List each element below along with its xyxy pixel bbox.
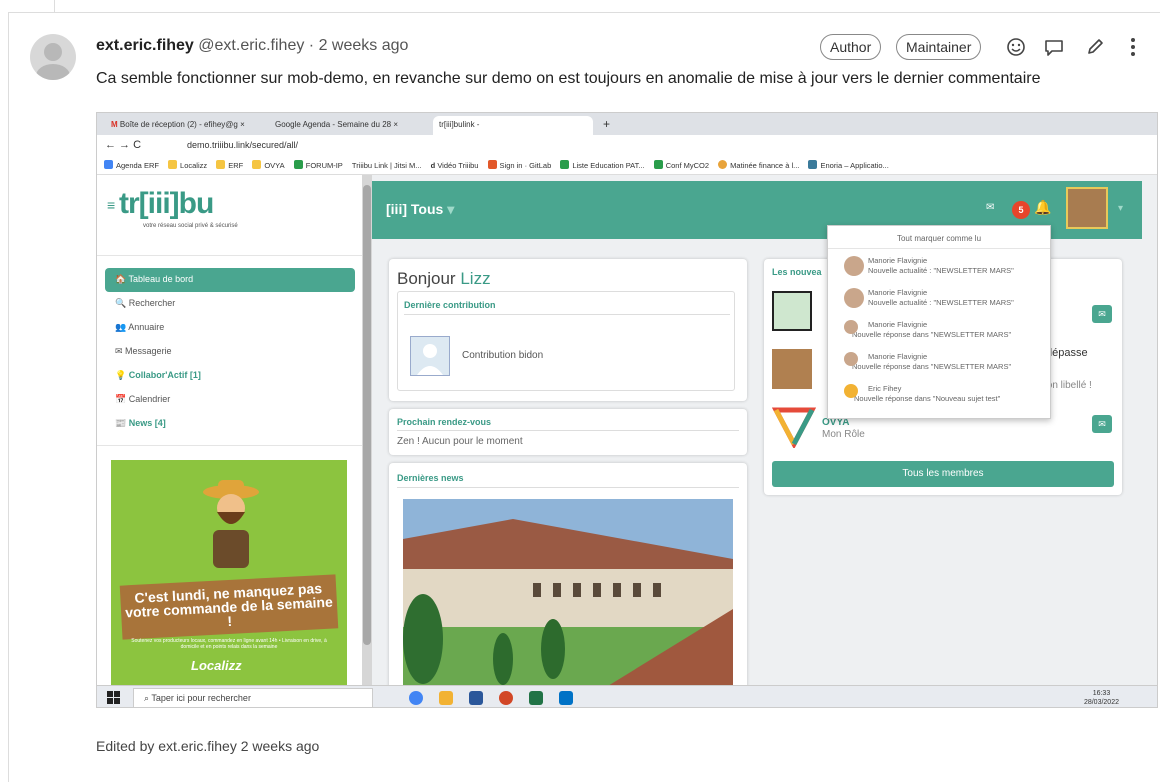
nav-collaboractif: 💡 Collabor'Actif [1] — [115, 370, 201, 380]
taskbar-clock: 16:33 28/03/2022 — [1083, 690, 1119, 706]
browser-tab-triiibu: tr[iii]bulink - — [433, 116, 593, 135]
app-logo: tr[iii]bu — [119, 187, 214, 220]
nav-news: 📰 News [4] — [115, 418, 166, 428]
contribution-label: Contribution bidon — [462, 350, 544, 361]
nav-directory: 👥 Annuaire — [115, 322, 165, 332]
edit-icon[interactable] — [1084, 36, 1106, 58]
notification-count-badge: 5 — [1012, 201, 1030, 219]
notification-item: Manorie Flavignie Nouvelle actualité : "N… — [844, 288, 1049, 308]
mail-icon: ✉ — [986, 202, 995, 213]
notifications-dropdown: Tout marquer comme lu Manorie Flavignie N… — [827, 225, 1051, 419]
nav-messages: ✉ Messagerie — [115, 346, 172, 356]
member-avatar-2 — [772, 349, 812, 389]
edited-note: Edited by ext.eric.fihey 2 weeks ago — [96, 738, 320, 754]
more-actions-icon[interactable] — [1122, 36, 1144, 58]
news-title: Dernières news — [397, 473, 464, 483]
nav-dashboard: 🏠 Tableau de bord — [105, 268, 355, 292]
notification-item: Manorie Flavignie Nouvelle actualité : "N… — [844, 256, 1049, 276]
promo-subtext: Soutenez vos producteurs locaux, command… — [131, 638, 327, 650]
thread-line — [54, 0, 55, 12]
member-avatar-1 — [772, 291, 812, 331]
embedded-screenshot[interactable]: M Boîte de réception (2) - efihey@g × Go… — [96, 112, 1158, 708]
comment-body: Ca semble fonctionner sur mob-demo, en r… — [96, 70, 1041, 87]
comment-header: ext.eric.fihey @ext.eric.fihey · 2 weeks… — [96, 37, 408, 55]
maintainer-badge: Maintainer — [896, 34, 982, 60]
new-tab-icon: + — [603, 117, 611, 131]
notification-item: Manorie Flavignie Nouvelle réponse dans "… — [844, 352, 1049, 372]
feed-selector: [iii] Tous ▾ — [386, 201, 455, 217]
nav-calendar: 📅 Calendrier — [115, 394, 171, 404]
comment-time[interactable]: · 2 weeks ago — [309, 37, 409, 54]
windows-start-icon — [107, 691, 120, 704]
author-badge: Author — [820, 34, 882, 60]
contribution-thumbnail — [410, 336, 450, 376]
address-bar: ← → C demo.triiibu.link/secured/all/ — [97, 135, 1157, 155]
logo-tagline: votre réseau social privé & sécurisé — [143, 223, 238, 229]
app-sidebar: ≡ tr[iii]bu votre réseau social privé & … — [97, 175, 362, 685]
message-member-3-icon: ✉ — [1092, 415, 1112, 433]
promo-headline: C'est lundi, ne manquez pas votre comman… — [119, 574, 339, 640]
farmer-illustration — [203, 480, 259, 568]
explorer-icon — [439, 691, 453, 705]
notification-item: Manorie Flavignie Nouvelle réponse dans "… — [844, 320, 1049, 340]
user-avatar — [1066, 187, 1108, 229]
ovya-logo — [772, 407, 816, 448]
mark-all-read: Tout marquer comme lu — [896, 234, 982, 243]
author-handle[interactable]: @ext.eric.fihey — [198, 37, 304, 54]
news-image — [403, 499, 733, 689]
windows-taskbar: ⌕ Taper ici pour rechercher 16:33 28/03/2… — [97, 685, 1157, 707]
avatar[interactable] — [30, 34, 76, 80]
word-icon — [469, 691, 483, 705]
outlook-icon — [559, 691, 573, 705]
next-meeting-title: Prochain rendez-vous — [397, 417, 492, 427]
reply-icon[interactable] — [1043, 36, 1065, 58]
all-members-button: Tous les membres — [772, 461, 1114, 487]
promo-brand: Localizz — [191, 658, 242, 673]
last-contribution-title: Dernière contribution — [404, 300, 496, 310]
url: demo.triiibu.link/secured/all/ — [187, 140, 299, 150]
welcome-panel: Bonjour Lizz Dernière contribution Contr… — [389, 259, 747, 401]
author-name[interactable]: ext.eric.fihey — [96, 37, 194, 54]
bell-icon: 🔔 — [1034, 199, 1052, 215]
news-panel: Dernières news — [389, 463, 747, 693]
taskbar-search: ⌕ Taper ici pour rechercher — [133, 688, 373, 707]
browser-tabbar: M Boîte de réception (2) - efihey@g × Go… — [97, 113, 1157, 135]
members-title: Les nouvea — [772, 267, 822, 277]
emoji-icon[interactable] — [1005, 36, 1027, 58]
member-desc-partial: dépasse — [1046, 347, 1088, 359]
next-meeting-text: Zen ! Aucun pour le moment — [397, 436, 523, 447]
sidebar-scrollbar — [362, 175, 372, 685]
greeting: Bonjour Lizz — [397, 269, 491, 288]
bookmarks-bar: Agenda ERF Localizz ERF OVYA FORUM-IP Tr… — [97, 155, 1157, 175]
nav-search: 🔍 Rechercher — [115, 298, 176, 308]
member-role: Mon Rôle — [822, 429, 865, 440]
user-menu-chevron-icon: ▾ — [1118, 203, 1124, 214]
browser-tab-gmail: M Boîte de réception (2) - efihey@g × — [111, 120, 245, 129]
notification-item: Eric Fihey Nouvelle réponse dans "Nouveau… — [844, 384, 1049, 404]
message-member-1-icon: ✉ — [1092, 305, 1112, 323]
excel-icon — [529, 691, 543, 705]
powerpoint-icon — [499, 691, 513, 705]
next-meeting-panel: Prochain rendez-vous Zen ! Aucun pour le… — [389, 409, 747, 455]
browser-tab-agenda: Google Agenda - Semaine du 28 × — [275, 120, 398, 129]
chrome-icon — [409, 691, 423, 705]
menu-icon: ≡ — [107, 197, 116, 213]
promo-banner: C'est lundi, ne manquez pas votre comman… — [111, 460, 347, 685]
